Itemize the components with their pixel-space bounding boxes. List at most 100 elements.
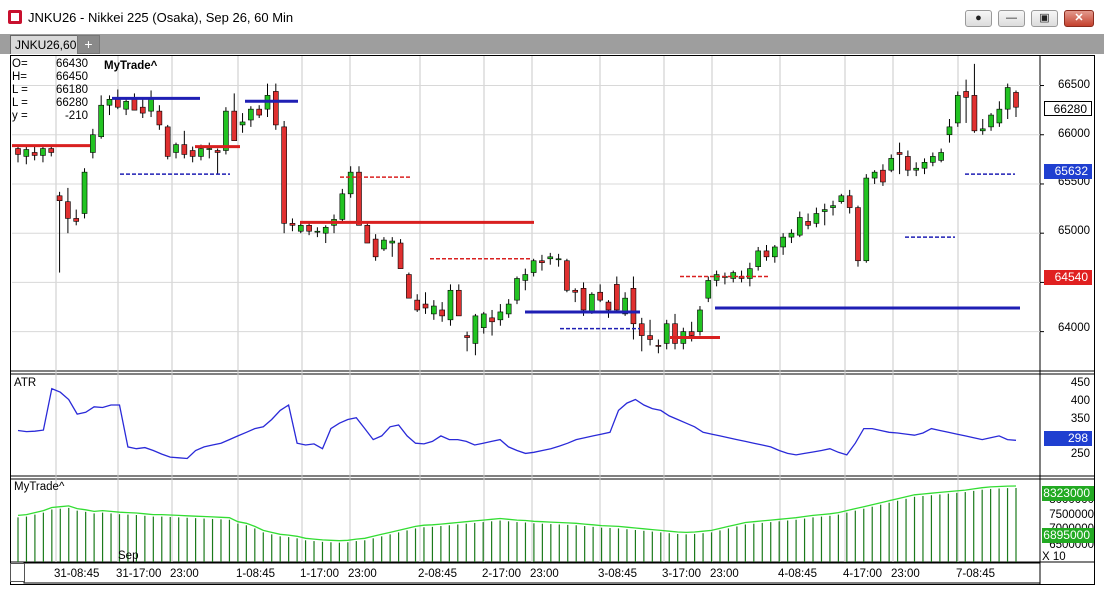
red-stop-badge: 64540 [1044,270,1092,285]
candle-body [530,260,537,273]
candle-body [547,256,554,260]
ohlc-key: y = [12,110,28,122]
price-tick: 65000 [1058,225,1090,237]
candle-body [880,169,886,183]
ohlc-key: L = [12,97,28,109]
candle-body [372,238,379,258]
time-label: 23:00 [530,568,559,580]
candle-body [788,232,795,238]
time-label: 23:00 [170,568,199,580]
candle-body [90,134,96,153]
candle-body [821,209,828,212]
candle-body [65,201,71,219]
candle-body [805,221,811,226]
candle-body [223,110,229,151]
candle-body [389,240,396,244]
candle-body [231,110,238,141]
candle-body [672,323,678,344]
candle-body [963,91,969,98]
mytrade-study-title: MyTrade^ [104,60,158,72]
candle-body [56,195,63,202]
candle-body [339,193,346,220]
ohlc-key: H= [12,71,28,83]
candle-body [896,152,903,155]
sub-bottom-badge: 6895000 [1042,528,1094,543]
candle-body [796,217,803,236]
candle-body [913,167,920,171]
candle-body [780,236,786,248]
time-label: 4-08:45 [778,568,818,580]
chart-svg[interactable] [0,0,1104,592]
sub-tick: 7500000 [1049,509,1094,521]
ohlc-row: O= 66430 [12,58,88,71]
time-label: 7-08:45 [956,568,996,580]
time-label: 23:00 [710,568,739,580]
time-label: 23:00 [348,568,377,580]
candle-body [514,278,520,301]
candle-body [431,305,437,315]
candle-body [356,171,362,226]
candle-body [921,162,928,169]
month-label: Sep [118,550,139,562]
blue-stop-badge: 65632 [1044,164,1092,179]
candle-body [106,99,113,106]
candle-body [830,205,836,208]
candle-body [281,126,287,224]
ohlc-row: L = 66280 [12,97,88,110]
candle-body [863,177,870,262]
time-label: 31-08:45 [54,568,100,580]
candle-body [730,272,737,279]
candle-body [198,148,204,157]
scroll-handle[interactable] [10,563,25,582]
candle-body [938,152,944,161]
candle-body [996,108,1003,124]
sub-top-badge: 8323000 [1042,486,1094,501]
candle-body [638,323,645,336]
last-price-badge: 66280 [1044,101,1092,116]
candle-body [297,225,304,232]
candle-body [239,121,246,126]
ohlc-key: L = [12,84,28,96]
candle-body [905,156,911,171]
ohlc-row: H= 66450 [12,71,88,84]
candle-body [846,195,853,208]
time-label: 3-08:45 [598,568,638,580]
candle-body [472,315,479,344]
atr-tick: 350 [1070,413,1090,425]
candle-body [73,218,80,222]
candle-body [15,148,21,155]
ohlc-value: 66450 [56,71,88,83]
mytrade-sub-title: MyTrade^ [14,481,65,493]
candle-body [98,104,104,138]
candle-body [414,299,421,311]
candle-body [422,303,429,309]
candle-body [663,323,670,344]
candle-body [306,225,312,232]
price-tick: 66000 [1058,128,1090,140]
candle-body [539,260,545,264]
candle-body [613,284,620,311]
candle-body [455,289,462,317]
candle-body [1004,87,1011,110]
candle-body [838,195,845,202]
candle-body [630,288,637,325]
ohlc-row: y = -210 [12,110,88,123]
candle-body [156,110,163,126]
candle-body [946,126,953,136]
candle-body [772,246,778,258]
ohlc-value: -210 [64,110,88,122]
candle-body [273,91,279,126]
atr-line [17,387,1017,460]
candle-body [597,291,603,301]
candle-body [248,108,254,121]
candle-body [364,225,371,244]
candle-body [971,95,978,132]
atr-value-badge: 298 [1044,431,1092,446]
ohlc-value: 66430 [56,58,88,70]
candle-body [505,303,512,315]
candle-body [855,207,861,262]
candle-body [314,230,321,233]
candle-body [572,289,579,293]
atr-study-title: ATR [14,377,37,389]
candle-body [954,95,961,124]
